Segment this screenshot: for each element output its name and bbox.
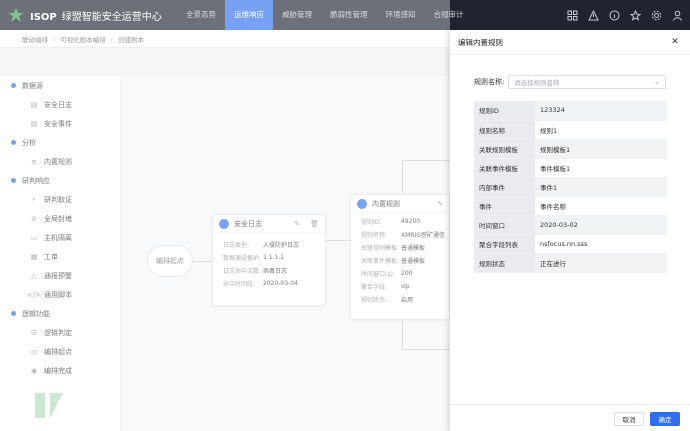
detail-row: 关联规则模板 规则模板1 — [474, 139, 667, 159]
detail-value: 123324 — [535, 101, 667, 121]
detail-row: 规则ID 123324 — [474, 101, 667, 121]
grid-icon[interactable] — [565, 8, 579, 22]
detail-value: nsfocus.nn.sss — [535, 234, 667, 254]
confirm-button[interactable]: 确定 — [650, 412, 680, 426]
detail-key: 关联事件模板 — [474, 158, 535, 178]
rule-name-select[interactable]: 请选择规则名称 ⌄ — [508, 75, 666, 89]
drawer-title: 编辑内置规则 — [458, 37, 503, 47]
star-icon[interactable] — [628, 8, 642, 22]
detail-value: 规则模板1 — [535, 139, 667, 159]
top-icons — [558, 0, 684, 30]
detail-key: 事件 — [474, 196, 535, 216]
cancel-button[interactable]: 取消 — [614, 412, 644, 426]
select-placeholder: 请选择规则名称 — [514, 79, 560, 87]
detail-row: 时间窗口 2020-03-02 — [474, 215, 667, 235]
detail-key: 聚合字段列表 — [474, 234, 535, 254]
settings-icon[interactable] — [649, 8, 663, 22]
info-icon[interactable] — [607, 8, 621, 22]
detail-value: 事件1 — [535, 177, 667, 197]
watermark-logo-icon — [35, 393, 63, 418]
detail-row: 关联事件模板 事件模板1 — [474, 158, 667, 178]
rule-detail-table: 规则ID 123324 规则名称 规则1 关联规则模板 规则模板1 关联事件模板 事件模板1 内… — [474, 101, 667, 273]
detail-key: 关联规则模板 — [474, 139, 535, 159]
user-icon[interactable] — [670, 8, 684, 22]
edit-rule-drawer: 编辑内置规则 ✕ 规则名称: 请选择规则名称 ⌄ 规则ID 123324 规则名称规… — [450, 30, 690, 431]
detail-key: 内部事件 — [474, 177, 535, 197]
detail-value: 正在进行 — [535, 253, 667, 273]
warning-icon[interactable] — [586, 8, 600, 22]
detail-key: 规则ID — [474, 101, 535, 121]
detail-value: 事件名称 — [535, 196, 667, 216]
detail-row: 规则状态 正在进行 — [474, 253, 667, 273]
chevron-down-icon: ⌄ — [654, 78, 660, 86]
detail-key: 时间窗口 — [474, 215, 535, 235]
close-icon[interactable]: ✕ — [670, 37, 680, 47]
detail-value: 2020-03-02 — [535, 215, 667, 235]
detail-row: 内部事件 事件1 — [474, 177, 667, 197]
modal-mask[interactable] — [0, 0, 450, 431]
detail-row: 聚合字段列表 nsfocus.nn.sss — [474, 234, 667, 254]
detail-value: 事件模板1 — [535, 158, 667, 178]
detail-key: 规则名称 — [474, 120, 535, 140]
rule-name-label: 规则名称: — [474, 78, 505, 86]
drawer-footer: 取消 确定 — [450, 404, 690, 431]
detail-row: 规则名称 规则1 — [474, 120, 667, 140]
detail-row: 事件 事件名称 — [474, 196, 667, 216]
detail-key: 规则状态 — [474, 253, 535, 273]
detail-value: 规则1 — [535, 120, 667, 140]
